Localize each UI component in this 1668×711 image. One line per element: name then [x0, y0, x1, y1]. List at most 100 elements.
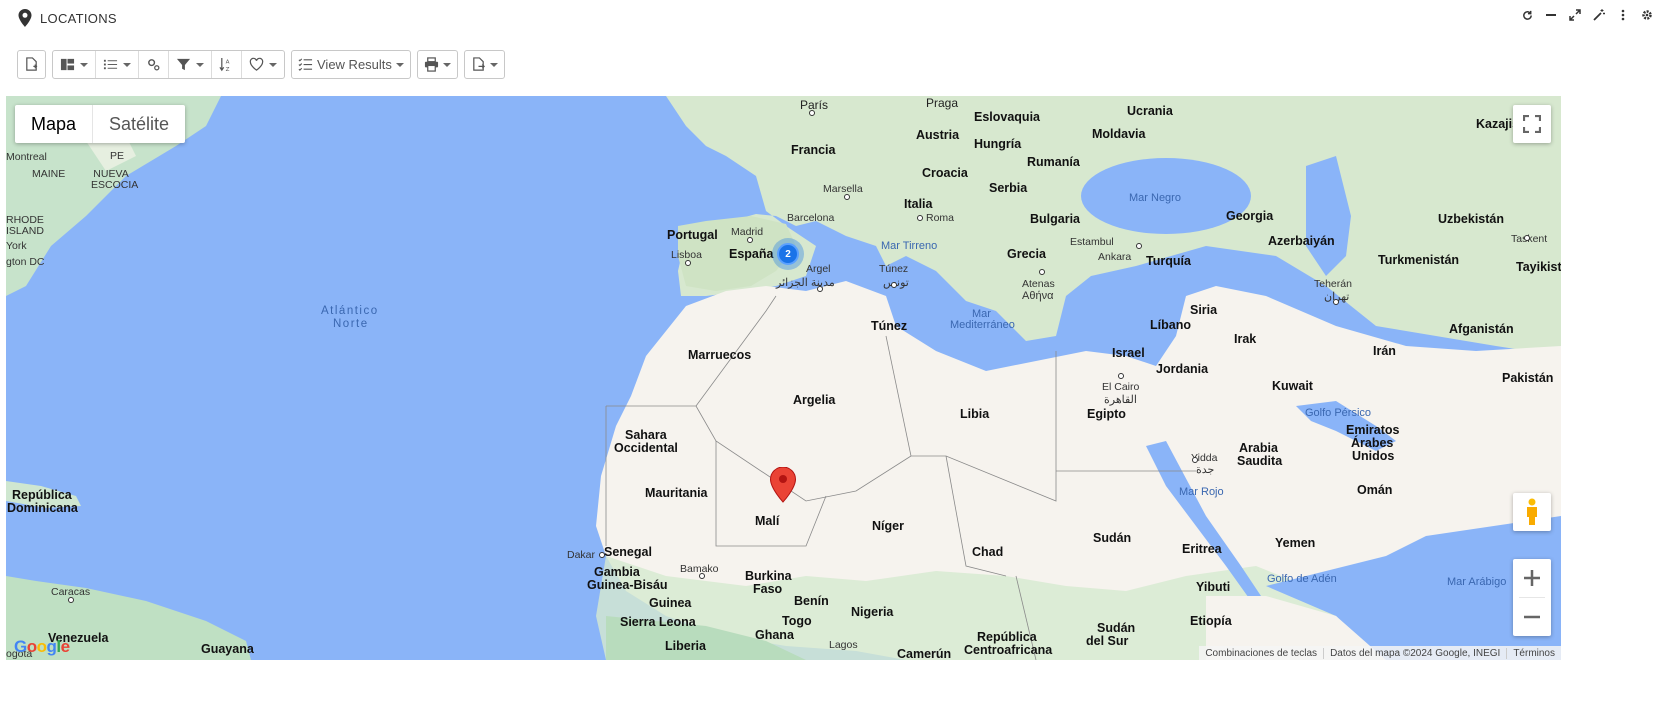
label-estambul: Estambul — [1070, 236, 1114, 248]
label-argelia: Argelia — [793, 393, 836, 407]
zoom-out-button[interactable] — [1513, 598, 1551, 636]
label-del-sur: del Sur — [1086, 634, 1129, 648]
city-dot — [68, 597, 74, 603]
export-document-icon — [473, 57, 485, 71]
favorites-dropdown[interactable] — [242, 51, 284, 78]
refresh-icon[interactable] — [1520, 8, 1534, 22]
sort-button[interactable]: AZ — [212, 51, 242, 78]
label-etiopia: Etiopía — [1190, 614, 1232, 628]
map-canvas[interactable]: París Praga Eslovaquia Ucrania Kazajis A… — [6, 96, 1561, 660]
label-norte: Norte — [333, 318, 369, 330]
print-dropdown[interactable] — [416, 50, 458, 79]
label-teheran: Teherán — [1314, 278, 1352, 290]
city-dot — [891, 282, 897, 288]
label-unidos: Unidos — [1352, 449, 1395, 463]
label-moldavia: Moldavia — [1092, 127, 1146, 141]
layout-icon — [60, 58, 75, 71]
label-mauritania: Mauritania — [645, 486, 708, 500]
label-argel: Argel — [806, 263, 831, 275]
city-dot — [809, 110, 815, 116]
label-tunez: Túnez — [871, 319, 908, 333]
label-ucrania: Ucrania — [1127, 104, 1173, 118]
label-maine: MAINE — [32, 168, 66, 180]
caret-down-icon — [80, 62, 88, 67]
panel-title: LOCATIONS — [18, 9, 117, 27]
city-dot — [1192, 457, 1198, 463]
view-results-dropdown[interactable]: View Results — [291, 50, 411, 79]
label-argel-ar: مدينة الجزائر — [776, 277, 835, 289]
location-marker-icon[interactable] — [770, 467, 796, 503]
label-afganistan: Afganistán — [1449, 322, 1514, 336]
google-logo[interactable]: Google — [14, 637, 70, 657]
city-dot — [817, 286, 823, 292]
more-vert-icon[interactable] — [1616, 8, 1630, 22]
label-burkina: Burkina — [745, 569, 792, 583]
label-guayana: Guayana — [201, 642, 254, 656]
export-dropdown[interactable] — [463, 50, 505, 79]
label-barcelona: Barcelona — [787, 212, 835, 224]
label-sahara: Sahara — [625, 428, 667, 442]
label-croacia: Croacia — [922, 166, 968, 180]
label-york: York — [6, 240, 27, 252]
label-siria: Siria — [1190, 303, 1218, 317]
fullscreen-button[interactable] — [1513, 105, 1551, 143]
caret-down-icon — [442, 62, 451, 67]
fullscreen-icon — [1523, 115, 1541, 133]
city-dot — [1333, 299, 1339, 305]
magic-wand-icon[interactable] — [1592, 8, 1606, 22]
list-dropdown[interactable] — [96, 51, 139, 78]
label-nigeria: Nigeria — [851, 605, 894, 619]
label-dakar: Dakar — [567, 549, 596, 561]
configure-button[interactable] — [139, 51, 169, 78]
label-roma: Roma — [926, 212, 955, 224]
filter-dropdown[interactable] — [169, 51, 212, 78]
street-view-pegman-button[interactable] — [1513, 493, 1551, 531]
city-dot — [1136, 243, 1142, 249]
printer-icon — [424, 57, 438, 72]
panel-title-text: LOCATIONS — [40, 10, 117, 26]
caret-down-icon — [489, 62, 498, 67]
map-type-control: Mapa Satélite — [15, 105, 186, 143]
label-liberia: Liberia — [665, 639, 706, 653]
label-jordania: Jordania — [1156, 362, 1209, 376]
label-rumania: Rumanía — [1027, 155, 1080, 169]
settings-icon[interactable] — [1640, 8, 1654, 22]
map-attribution: Combinaciones de teclas Datos del mapa ©… — [1199, 646, 1561, 660]
map-type-satellite-button[interactable]: Satélite — [93, 105, 185, 143]
label-turquia: Turquía — [1146, 254, 1191, 268]
keyboard-shortcuts-link[interactable]: Combinaciones de teclas — [1199, 648, 1323, 659]
expand-icon[interactable] — [1568, 8, 1582, 22]
label-arabia: Arabia — [1239, 441, 1278, 455]
marker-cluster[interactable]: 2 — [772, 238, 804, 270]
gears-icon — [148, 59, 160, 71]
label-serbia: Serbia — [989, 181, 1028, 195]
terms-link[interactable]: Términos — [1506, 647, 1561, 659]
plus-icon — [1524, 570, 1540, 586]
svg-text:Z: Z — [226, 67, 230, 72]
label-ghana: Ghana — [755, 628, 794, 642]
view-button-group: AZ — [52, 50, 285, 79]
new-record-button[interactable] — [17, 50, 46, 79]
zoom-in-button[interactable] — [1513, 559, 1551, 597]
label-eritrea: Eritrea — [1182, 542, 1222, 556]
map-type-map-button[interactable]: Mapa — [15, 105, 94, 143]
label-kuwait: Kuwait — [1272, 379, 1313, 393]
label-yidda-ar: جدة — [1196, 464, 1215, 476]
label-marruecos: Marruecos — [688, 348, 752, 362]
label-gambia: Gambia — [594, 565, 640, 579]
city-dot — [747, 237, 753, 243]
city-dot — [1524, 235, 1530, 241]
layout-dropdown[interactable] — [53, 51, 96, 78]
panel-actions — [1520, 8, 1654, 22]
label-oman: Omán — [1357, 483, 1393, 497]
zoom-control — [1513, 559, 1551, 636]
label-uzbekistan: Uzbekistán — [1438, 212, 1504, 226]
label-faso: Faso — [753, 582, 783, 596]
label-golfo-persico: Golfo Pérsico — [1305, 407, 1372, 419]
minimize-icon[interactable] — [1544, 8, 1558, 22]
city-dot — [685, 260, 691, 266]
label-lagos: Lagos — [829, 639, 858, 651]
label-centroafricana: Centroafricana — [964, 643, 1053, 657]
label-tayikistan: Tayikist — [1516, 260, 1561, 274]
label-rep-centro: República — [977, 630, 1037, 644]
